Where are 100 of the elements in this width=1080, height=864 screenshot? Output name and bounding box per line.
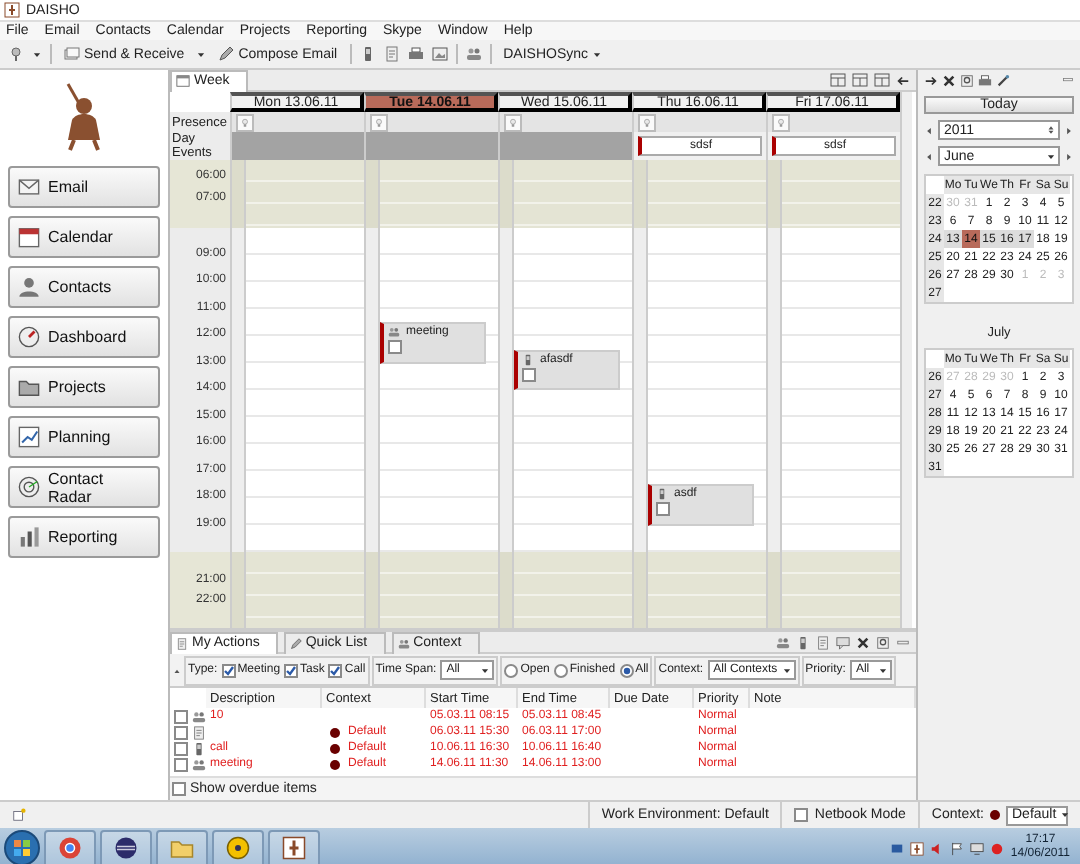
checkbox[interactable]: [328, 663, 343, 677]
phone-icon[interactable]: [796, 635, 810, 649]
chart-icon: [18, 426, 40, 448]
layout-icon[interactable]: [852, 72, 868, 88]
bulb-icon: [642, 117, 652, 127]
picture-frame-icon[interactable]: [431, 46, 448, 62]
phone-icon: [522, 353, 534, 366]
radar-icon: [18, 476, 40, 498]
layout-icon[interactable]: [874, 72, 890, 88]
radio-button[interactable]: [619, 663, 634, 677]
spinner-arrows-icon: [1046, 124, 1056, 136]
checkbox[interactable]: [221, 663, 236, 677]
checkbox[interactable]: [656, 502, 670, 517]
close-icon[interactable]: [942, 73, 956, 87]
calendar-icon: [18, 226, 40, 248]
presence-button[interactable]: [370, 113, 388, 131]
day-events-cell[interactable]: [230, 132, 364, 160]
sidebar-button[interactable]: Contact Radar: [8, 466, 160, 508]
context-dot: [330, 727, 340, 737]
flag-icon[interactable]: [950, 841, 965, 855]
document-icon[interactable]: [816, 635, 830, 649]
folder-icon: [170, 836, 194, 860]
person-icon: [18, 276, 40, 298]
pencil-icon: [218, 46, 235, 62]
bar-chart-icon: [18, 526, 40, 548]
back-arrow-icon[interactable]: [896, 73, 910, 87]
caret-icon: [592, 49, 603, 59]
scrollbar[interactable]: [900, 92, 912, 628]
comment-icon[interactable]: [836, 635, 850, 649]
previous-icon[interactable]: [924, 125, 934, 135]
context-dot: [330, 743, 340, 753]
envelope-icon: [18, 176, 40, 198]
document-icon: [192, 725, 206, 739]
caret-icon: [1046, 151, 1056, 161]
sidebar-button[interactable]: Reporting: [8, 516, 160, 558]
context-dot: [330, 759, 340, 769]
context-dot: [990, 810, 1000, 820]
caret-icon[interactable]: [196, 49, 207, 59]
presence-button[interactable]: [638, 113, 656, 131]
checkbox[interactable]: [522, 367, 536, 382]
caret-icon: [877, 665, 888, 675]
disc-icon: [226, 836, 250, 860]
list-icon: [176, 637, 188, 649]
sidebar-button[interactable]: Projects: [8, 366, 160, 408]
bulb-icon: [776, 117, 786, 127]
previous-icon[interactable]: [924, 151, 934, 161]
sidebar-button[interactable]: Planning: [8, 416, 160, 458]
checkbox[interactable]: [284, 663, 299, 677]
pin-icon[interactable]: [8, 46, 24, 62]
taskbar-app[interactable]: [212, 829, 264, 864]
checkbox[interactable]: [388, 340, 402, 355]
checkbox[interactable]: [174, 725, 188, 739]
pencil-icon: [289, 637, 302, 649]
calendar-icon: [176, 74, 190, 88]
radio-button[interactable]: [553, 663, 568, 677]
close-icon[interactable]: [856, 635, 870, 649]
people-icon: [388, 326, 400, 339]
presence-button[interactable]: [236, 113, 254, 131]
collapse-icon[interactable]: [172, 665, 182, 675]
day-events-cell[interactable]: [364, 132, 498, 160]
minimize-icon[interactable]: [896, 635, 910, 649]
checkbox[interactable]: [172, 782, 186, 796]
people-icon: [397, 637, 410, 649]
day-events-cell[interactable]: [498, 132, 632, 160]
people-icon[interactable]: [465, 46, 482, 62]
taskbar-app[interactable]: [100, 829, 152, 864]
phone-icon[interactable]: [359, 46, 376, 62]
sidebar-button[interactable]: Contacts: [8, 266, 160, 308]
printer-icon[interactable]: [978, 73, 992, 87]
minimize-icon[interactable]: [1062, 74, 1074, 86]
next-icon[interactable]: [1064, 125, 1074, 135]
checkbox[interactable]: [174, 741, 188, 755]
caret-icon: [781, 665, 792, 675]
speaker-icon[interactable]: [930, 841, 945, 855]
people-icon: [192, 709, 206, 723]
people-icon[interactable]: [776, 635, 790, 649]
people-icon: [192, 757, 206, 771]
printer-icon[interactable]: [407, 46, 424, 62]
bulb-icon: [240, 117, 250, 127]
checkbox[interactable]: [794, 808, 809, 822]
forward-arrow-icon[interactable]: [924, 73, 938, 87]
taskbar-app[interactable]: [268, 829, 320, 864]
caret-icon[interactable]: [32, 49, 42, 59]
start-button[interactable]: [4, 830, 40, 864]
gauge-icon: [18, 326, 40, 348]
new-window-icon[interactable]: [12, 808, 26, 822]
wand-icon[interactable]: [996, 73, 1010, 87]
envelopes-icon: [64, 46, 80, 62]
radio-button[interactable]: [504, 663, 519, 677]
monitor-icon[interactable]: [970, 841, 985, 855]
sidebar-button[interactable]: Calendar: [8, 216, 160, 258]
bulb-icon: [508, 117, 518, 127]
presence-button[interactable]: [772, 113, 790, 131]
checkbox[interactable]: [174, 709, 188, 723]
checkbox[interactable]: [174, 757, 188, 771]
next-icon[interactable]: [1064, 151, 1074, 161]
presence-button[interactable]: [504, 113, 522, 131]
sidebar-button[interactable]: Dashboard: [8, 316, 160, 358]
sidebar-button[interactable]: Email: [8, 166, 160, 208]
layout-icon[interactable]: [830, 72, 846, 88]
